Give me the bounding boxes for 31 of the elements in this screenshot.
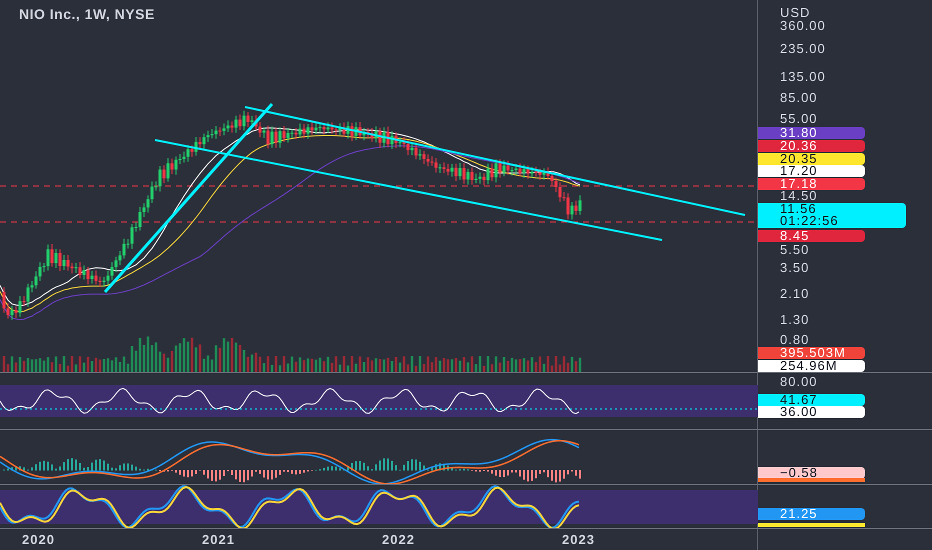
price-badge: 254.96M: [758, 360, 865, 372]
axis-tick-label: 55.00: [780, 113, 818, 125]
price-badge: 41.67: [758, 394, 865, 406]
axis-tick-label: 80.00: [780, 376, 818, 388]
axis-tick-label: 3.50: [780, 262, 810, 274]
time-axis-label: 2023: [562, 530, 596, 549]
axis-tick-label: 360.00: [780, 20, 826, 32]
price-badge: 11.56 01:22:56: [758, 203, 906, 228]
price-badge: 8.45: [758, 230, 865, 242]
price-badge: 36.00: [758, 406, 865, 418]
axis-tick-label: 2.10: [780, 288, 810, 300]
time-axis-label: 2022: [382, 530, 416, 549]
axis-tick-label: 85.00: [780, 92, 818, 104]
axis-tick-label: 5.50: [780, 244, 810, 256]
price-badge: 31.80: [758, 127, 865, 139]
price-badge: 17.20: [758, 165, 865, 177]
axis-tick-label: 135.00: [780, 71, 826, 83]
axis-tick-label: 14.50: [780, 190, 818, 202]
time-axis-label: 2021: [202, 530, 236, 549]
price-badge: 395.503M: [758, 347, 865, 359]
axis-tick-label: 235.00: [780, 43, 826, 55]
price-badge: 20.36: [758, 140, 865, 152]
symbol-title: NIO Inc., 1W, NYSE: [19, 5, 155, 24]
time-axis-label: 2020: [22, 530, 56, 549]
price-badge: −0.58: [758, 467, 865, 479]
currency-label: USD: [780, 4, 810, 20]
axis-tick-label: 0.80: [780, 334, 810, 346]
price-badge: 17.18: [758, 178, 865, 190]
price-badge: 20.35: [758, 153, 865, 165]
axis-tick-label: 1.30: [780, 314, 810, 326]
price-badge: 21.25: [758, 508, 865, 520]
